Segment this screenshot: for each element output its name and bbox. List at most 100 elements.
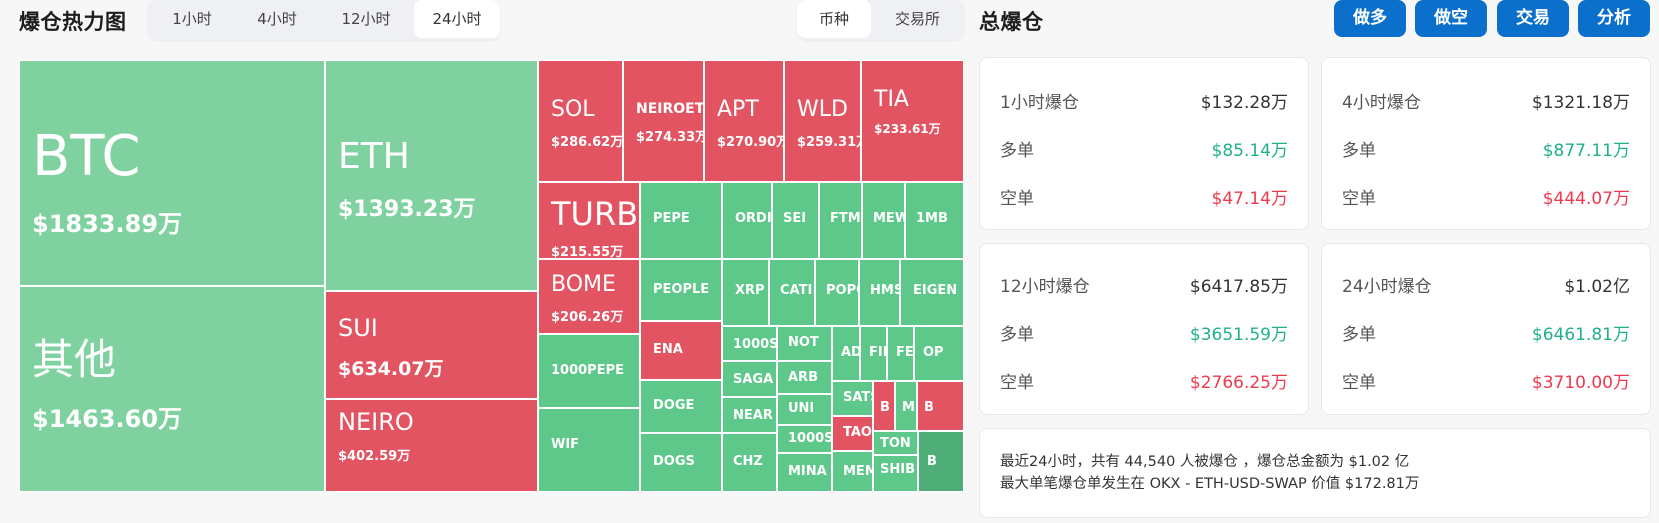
short-value: $47.14万: [1211, 189, 1288, 209]
short-label: 空单: [1000, 189, 1034, 209]
tile-symbol: M: [902, 400, 915, 415]
treemap-tile-b[interactable]: B: [873, 381, 895, 431]
tile-symbol: FET: [896, 345, 914, 360]
treemap-tile-shib[interactable]: SHIB: [873, 455, 918, 492]
long-value: $6461.81万: [1531, 325, 1630, 345]
treemap-tile-fet[interactable]: FET: [887, 326, 914, 381]
treemap-tile-bome[interactable]: BOME $206.26万: [538, 259, 640, 334]
treemap-tile-saga[interactable]: SAGA: [722, 361, 777, 397]
tile-value: $286.62万: [551, 135, 623, 151]
treemap-tile-op[interactable]: OP: [914, 326, 964, 381]
liquidation-treemap: BTC $1833.89万其他 $1463.60万 ETH $1393.23万 SUI $6…: [19, 60, 964, 492]
treemap-tile-sei[interactable]: SEI: [772, 182, 819, 259]
tile-symbol: TON: [880, 436, 911, 451]
tile-symbol: B: [924, 400, 934, 415]
treemap-tile-people[interactable]: PEOPLE: [640, 259, 722, 321]
tile-symbol: CHZ: [733, 454, 763, 469]
treemap-tile-mina[interactable]: MINA: [777, 453, 832, 492]
treemap-tile-sats[interactable]: SATS: [832, 381, 873, 416]
summary-line-2: 最大单笔爆仓单发生在 OKX - ETH-USD-SWAP 价值 $172.81…: [1000, 476, 1420, 492]
treemap-tile-mew[interactable]: MEW: [862, 182, 905, 259]
treemap-tile-cati[interactable]: CATI: [769, 259, 815, 326]
treemap-tile-ftm[interactable]: FTM: [819, 182, 862, 259]
tile-symbol: POPCAT: [826, 283, 858, 298]
treemap-tile-xrp[interactable]: XRP: [722, 259, 769, 326]
tile-symbol: ORDI: [735, 211, 772, 226]
card-1h: 1小时爆仓 $132.28万 多单 $85.14万 空单 $47.14万: [979, 57, 1309, 230]
treemap-tile-ena[interactable]: ENA: [640, 321, 722, 380]
treemap-tile-wif[interactable]: WIF: [538, 408, 640, 492]
tab-12h[interactable]: 12小时: [318, 0, 414, 38]
tile-symbol: BOME: [551, 272, 616, 297]
tile-symbol: NOT: [788, 335, 819, 350]
tile-symbol: WLD: [797, 97, 848, 122]
treemap-tile-ordi[interactable]: ORDI: [722, 182, 772, 259]
treemap-tile-b[interactable]: B: [917, 381, 964, 431]
treemap-tile-btc[interactable]: BTC $1833.89万: [19, 60, 325, 286]
treemap-tile-apt[interactable]: APT $270.90万: [704, 60, 784, 182]
tile-symbol: APT: [717, 97, 759, 122]
treemap-tile-sol[interactable]: SOL $286.62万: [538, 60, 623, 182]
treemap-tile-b[interactable]: B: [918, 431, 964, 492]
treemap-tile-hmstr[interactable]: HMSTR: [859, 259, 900, 326]
treemap-tile-fil[interactable]: FIL: [860, 326, 887, 381]
treemap-tile-ada[interactable]: ADA: [832, 326, 860, 381]
long-button[interactable]: 做多: [1334, 0, 1406, 37]
treemap-tile-1000shib[interactable]: 1000SHIB: [722, 326, 777, 361]
tab-coin[interactable]: 币种: [797, 0, 871, 38]
tile-symbol: FTM: [830, 211, 861, 226]
tile-symbol: NEIRO: [338, 408, 414, 436]
card-total: $1321.18万: [1531, 93, 1630, 113]
treemap-tile-meme[interactable]: MEME: [832, 451, 873, 492]
treemap-tile-1mb[interactable]: 1MB: [905, 182, 964, 259]
short-button[interactable]: 做空: [1415, 0, 1487, 37]
treemap-tile-dogs[interactable]: DOGS: [640, 433, 722, 492]
tile-symbol: SUI: [338, 314, 378, 342]
analysis-button[interactable]: 分析: [1578, 0, 1650, 37]
card-4h: 4小时爆仓 $1321.18万 多单 $877.11万 空单 $444.07万: [1321, 57, 1651, 230]
treemap-tile-eth[interactable]: ETH $1393.23万: [325, 60, 538, 291]
trade-button[interactable]: 交易: [1497, 0, 1569, 37]
treemap-tile-eigen[interactable]: EIGEN: [900, 259, 964, 326]
totals-title: 总爆仓: [979, 10, 1044, 34]
treemap-tile-m[interactable]: M: [895, 381, 917, 431]
tile-symbol: DOGS: [653, 454, 695, 469]
tile-symbol: 其他: [32, 335, 117, 384]
tile-symbol: 1MB: [916, 211, 948, 226]
summary-line-1: 最近24小时，共有 44,540 人被爆仓 ，爆仓总金额为 $1.02 亿: [1000, 454, 1410, 470]
tile-symbol: B: [880, 400, 890, 415]
treemap-tile-tao[interactable]: TAO: [832, 416, 873, 451]
treemap-tile-tia[interactable]: TIA $233.61万: [861, 60, 964, 182]
tile-value: $634.07万: [338, 357, 444, 380]
treemap-tile-not[interactable]: NOT: [777, 326, 832, 361]
treemap-tile-near[interactable]: NEAR: [722, 397, 777, 433]
treemap-tile-popcat[interactable]: POPCAT: [815, 259, 859, 326]
long-value: $3651.59万: [1189, 325, 1288, 345]
tab-exchange[interactable]: 交易所: [871, 0, 964, 38]
treemap-tile-sui[interactable]: SUI $634.07万: [325, 291, 538, 399]
card-24h: 24小时爆仓 $1.02亿 多单 $6461.81万 空单 $3710.00万: [1321, 243, 1651, 415]
treemap-tile-arb[interactable]: ARB: [777, 361, 832, 394]
tile-symbol: HMSTR: [870, 283, 899, 298]
treemap-tile-neiro[interactable]: NEIRO $402.59万: [325, 399, 538, 492]
treemap-tile-neiroeth[interactable]: NEIROETH $274.33万: [623, 60, 704, 182]
treemap-tile-pepe[interactable]: PEPE: [640, 182, 722, 259]
tile-value: $259.31万: [797, 135, 860, 151]
tile-value: $1463.60万: [32, 405, 183, 434]
treemap-tile-1000sats[interactable]: 1000SATS: [777, 425, 832, 453]
card-label: 12小时爆仓: [1000, 277, 1090, 297]
treemap-tile-ton[interactable]: TON: [873, 431, 918, 455]
treemap-tile-1000pepe[interactable]: 1000PEPE: [538, 334, 640, 408]
treemap-tile-uni[interactable]: UNI: [777, 394, 832, 425]
treemap-tile-turbo[interactable]: TURBO $215.55万: [538, 182, 640, 259]
tab-24h[interactable]: 24小时: [414, 0, 500, 38]
treemap-tile-wld[interactable]: WLD $259.31万: [784, 60, 861, 182]
treemap-tile-doge[interactable]: DOGE: [640, 380, 722, 433]
tile-symbol: ETH: [338, 136, 410, 177]
long-label: 多单: [1000, 325, 1034, 345]
treemap-tile-其他[interactable]: 其他 $1463.60万: [19, 286, 325, 492]
tab-1h[interactable]: 1小时: [148, 0, 236, 38]
treemap-tile-chz[interactable]: CHZ: [722, 433, 777, 492]
tab-4h[interactable]: 4小时: [236, 0, 318, 38]
tile-symbol: PEOPLE: [653, 282, 710, 297]
